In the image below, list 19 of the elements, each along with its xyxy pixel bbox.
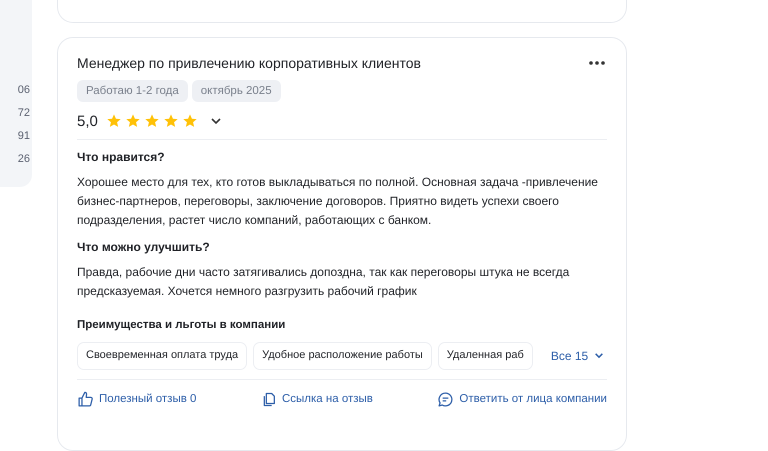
section-heading: Что нравится?: [77, 150, 166, 164]
tag: октябрь 2025: [192, 80, 281, 102]
review-text: Хорошее место для тех, кто готов выкладываться по полной. Основная задача -привлечение бизнес-партнеров, переговоры, заключение договоров. Приятно видеть успехи своего подразделения, растет число компаний, работающих с банком.: [77, 174, 599, 229]
benefit-chip: Удаленная раб: [438, 342, 533, 370]
count-text: 06: [18, 83, 30, 98]
copy-link[interactable]: Ссылка на отзыв: [260, 390, 373, 408]
reply-link[interactable]: Ответить от лица компании: [437, 390, 607, 408]
rating-value: 5,0: [77, 112, 98, 130]
benefit-chip: Своевременная оплата труда: [77, 342, 248, 370]
section-heading: Что можно улучшить?: [77, 240, 211, 254]
count-text: 72: [18, 106, 30, 121]
benefits-heading: Преимущества и льготы в компании: [77, 318, 286, 331]
review-title: Менеджер по привлечению корпоративных клиентов: [77, 54, 421, 71]
benefit-chip: Удобное расположение работы: [253, 342, 432, 370]
tag: Работаю 1-2 года: [77, 80, 188, 102]
review-text: Правда, рабочие дни часто затягивались допоздна, так как переговоры штука не всегда предсказуемая. Хочется немного разгрузить рабочий график: [77, 264, 570, 300]
count-text: 91: [18, 129, 30, 144]
count-text: 26: [18, 152, 30, 167]
helpful-link[interactable]: Полезный отзыв 0: [77, 390, 196, 408]
